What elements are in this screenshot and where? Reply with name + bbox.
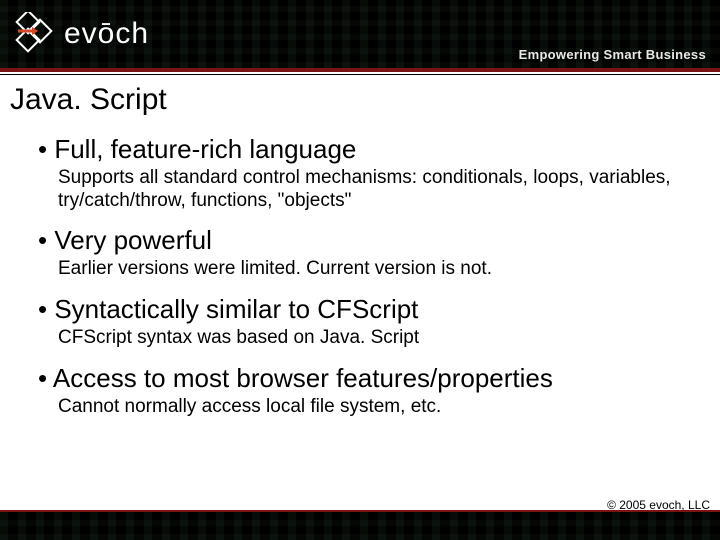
list-item: • Access to most browser features/proper… [38,364,710,419]
logo: evōch [12,12,149,56]
list-item: • Full, feature-rich language Supports a… [38,135,710,212]
bullet-heading: • Syntactically similar to CFScript [38,295,710,325]
list-item: • Syntactically similar to CFScript CFSc… [38,295,710,350]
logo-text: evōch [64,17,149,51]
bullet-heading: • Very powerful [38,226,710,256]
list-item: • Very powerful Earlier versions were li… [38,226,710,281]
bullet-list: • Full, feature-rich language Supports a… [10,135,710,419]
bullet-heading: • Full, feature-rich language [38,135,710,165]
header-bar: evōch Empowering Smart Business [0,0,720,72]
slide-title: Java. Script [10,83,710,117]
tagline-text: Empowering Smart Business [519,47,706,62]
footer-bar [0,510,720,540]
bullet-subtext: CFScript syntax was based on Java. Scrip… [38,327,710,350]
bullet-heading: • Access to most browser features/proper… [38,364,710,394]
slide-content: Java. Script • Full, feature-rich langua… [0,75,720,419]
bullet-subtext: Supports all standard control mechanisms… [38,167,710,213]
logo-diamond-icon [12,12,56,56]
bullet-subtext: Earlier versions were limited. Current v… [38,258,710,281]
bullet-subtext: Cannot normally access local file system… [38,396,710,419]
